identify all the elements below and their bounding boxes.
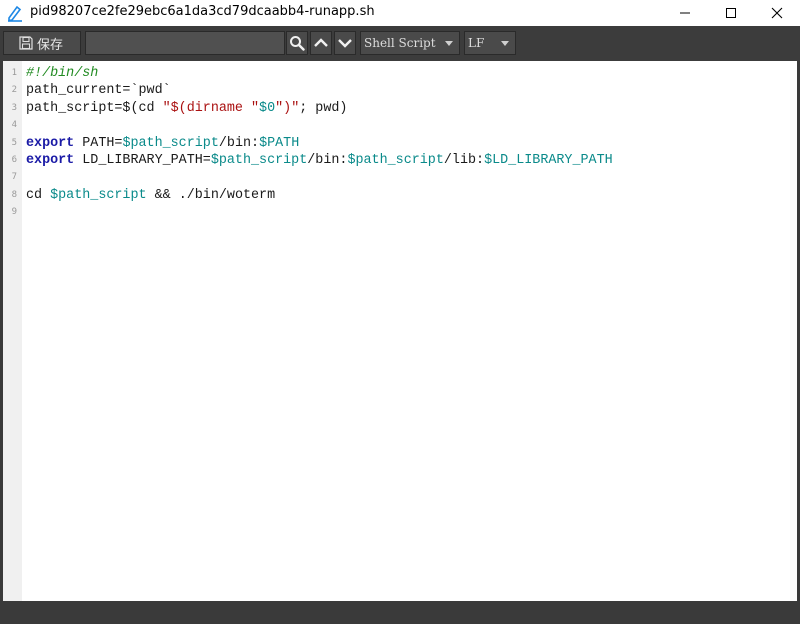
code-text: cd $path_script && ./bin/woterm [26,187,275,204]
edit-document-icon [8,5,22,22]
search-button[interactable] [286,31,308,55]
code-token: /bin: [307,153,348,168]
code-token: $path_script [50,187,147,203]
code-token: $path_script [122,135,219,151]
code-token: path_script=$(cd [26,100,163,116]
language-select-value: Shell Script [364,36,436,50]
save-button[interactable]: 保存 [3,31,81,55]
code-token: ; pwd) [299,100,348,116]
code-token: $0 [259,100,276,116]
close-icon [771,7,783,19]
code-token: $path_script [210,153,308,168]
window-title: pid98207ce2fe29ebc6a1da3cd79dcaabb4-runa… [30,4,375,19]
code-line: 3 path_script=$(cd "$(dirname "$0")"; pwd… [3,100,783,117]
maximize-icon [726,8,736,18]
dropdown-arrow-icon [445,41,453,46]
chevron-up-icon [314,38,328,47]
line-number: 6 [11,155,17,165]
close-button[interactable] [754,0,800,26]
chevron-down-icon [338,39,352,48]
code-text: export PATH=$path_script/bin:$PATH [26,135,299,152]
minimize-button[interactable] [662,0,708,26]
line-ending-select[interactable]: LF [464,31,516,55]
toolbar: 保存 Shell Script LF [0,26,800,61]
code-text: path_current=`pwd` [26,82,171,99]
code-token: PATH= [74,135,123,151]
find-previous-button[interactable] [310,31,332,55]
search-icon [290,36,305,51]
code-token: export [26,135,75,151]
floppy-disk-icon [19,36,33,50]
code-token: path_current=`pwd` [26,83,171,99]
code-text: #!/bin/sh [26,65,98,82]
code-token: && ./bin/woterm [146,187,276,203]
code-line: 6 export LD_LIBRARY_PATH=$path_script/bin… [3,152,783,169]
code-token: #!/bin/sh [26,66,99,81]
line-ending-select-value: LF [468,36,485,50]
line-number: 9 [11,207,17,218]
line-number: 4 [11,120,17,131]
line-number: 5 [11,137,17,148]
line-number: 1 [11,68,17,78]
find-next-button[interactable] [334,31,356,55]
title-bar: pid98207ce2fe29ebc6a1da3cd79dcaabb4-runa… [0,0,800,26]
code-line: 4 [3,117,783,134]
code-token: "$(dirname " [162,100,260,116]
code-token: $LD_LIBRARY_PATH [484,153,613,168]
code-token: ")" [275,100,300,116]
dropdown-arrow-icon [501,41,509,46]
language-select[interactable]: Shell Script [360,31,460,55]
maximize-button[interactable] [708,0,754,26]
code-token: $PATH [259,135,300,151]
code-line: 9 [3,204,783,221]
code-text: export LD_LIBRARY_PATH=$path_script/bin:… [26,152,613,169]
code-line: 1 #!/bin/sh [3,65,783,82]
search-input[interactable] [85,31,285,55]
code-token: $path_script [347,153,444,168]
code-line: 7 [3,169,783,186]
status-bar [0,601,800,624]
save-button-label: 保存 [37,37,64,53]
line-number: 2 [11,85,17,96]
line-number: 7 [11,172,17,183]
code-editor[interactable]: 1 #!/bin/sh 2 path_current=`pwd` 3 path_scrip… [3,61,797,601]
minimize-icon [680,12,690,14]
line-number: 3 [11,102,17,113]
code-line: 5 export PATH=$path_script/bin:$PATH [3,135,783,152]
code-token: /lib: [443,153,485,168]
code-token: export [26,153,75,168]
code-line: 8 cd $path_script && ./bin/woterm [3,187,783,204]
code-token: LD_LIBRARY_PATH= [74,153,211,168]
code-text: path_script=$(cd "$(dirname "$0")"; pwd) [26,100,347,117]
line-number: 8 [11,189,17,200]
code-token: cd [26,187,51,203]
code-line: 2 path_current=`pwd` [3,82,783,99]
code-token: /bin: [218,135,260,151]
